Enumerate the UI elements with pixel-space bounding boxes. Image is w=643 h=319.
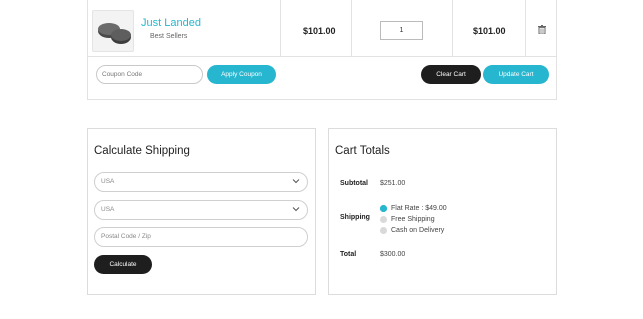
divider	[525, 0, 526, 57]
panel-title: Cart Totals	[335, 145, 390, 157]
radio-unselected[interactable]	[380, 227, 387, 234]
divider	[351, 0, 352, 57]
radio-selected[interactable]	[380, 205, 387, 212]
total-value: $300.00	[380, 251, 406, 258]
product-category: Best Sellers	[150, 33, 188, 40]
divider	[452, 0, 453, 57]
subtotal-value: $251.00	[380, 180, 406, 187]
product-subtotal: $101.00	[473, 26, 506, 36]
apply-coupon-button[interactable]: Apply Coupon	[207, 65, 276, 84]
coupon-input[interactable]: Coupon Code	[96, 65, 203, 84]
cart-table: Just Landed Best Sellers $101.00 1 $101.…	[87, 0, 557, 100]
clear-cart-button[interactable]: Clear Cart	[421, 65, 481, 84]
chevron-down-icon	[292, 179, 300, 184]
chevron-down-icon	[292, 207, 300, 212]
radio-unselected[interactable]	[380, 216, 387, 223]
trash-icon[interactable]	[538, 25, 546, 34]
state-select[interactable]: USA	[94, 200, 308, 220]
table-row: Just Landed Best Sellers $101.00 1 $101.…	[88, 0, 556, 57]
product-thumbnail[interactable]	[92, 10, 134, 52]
country-value: USA	[101, 178, 115, 185]
panel-title: Calculate Shipping	[94, 145, 190, 157]
subtotal-label: Subtotal	[340, 180, 368, 187]
product-price: $101.00	[303, 26, 336, 36]
total-label: Total	[340, 251, 357, 258]
product-name[interactable]: Just Landed	[141, 17, 201, 29]
shipping-label: Shipping	[340, 214, 370, 221]
update-cart-button[interactable]: Update Cart	[483, 65, 549, 84]
country-select[interactable]: USA	[94, 172, 308, 192]
state-value: USA	[101, 206, 115, 213]
cart-totals-panel: Cart Totals Subtotal $251.00 Shipping Fl…	[328, 128, 557, 295]
calculate-shipping-panel: Calculate Shipping USA USA Postal Code /…	[87, 128, 316, 295]
divider	[280, 0, 281, 57]
calculate-button[interactable]: Calculate	[94, 255, 152, 274]
quantity-input[interactable]: 1	[380, 21, 423, 40]
postal-code-input[interactable]: Postal Code / Zip	[94, 227, 308, 247]
